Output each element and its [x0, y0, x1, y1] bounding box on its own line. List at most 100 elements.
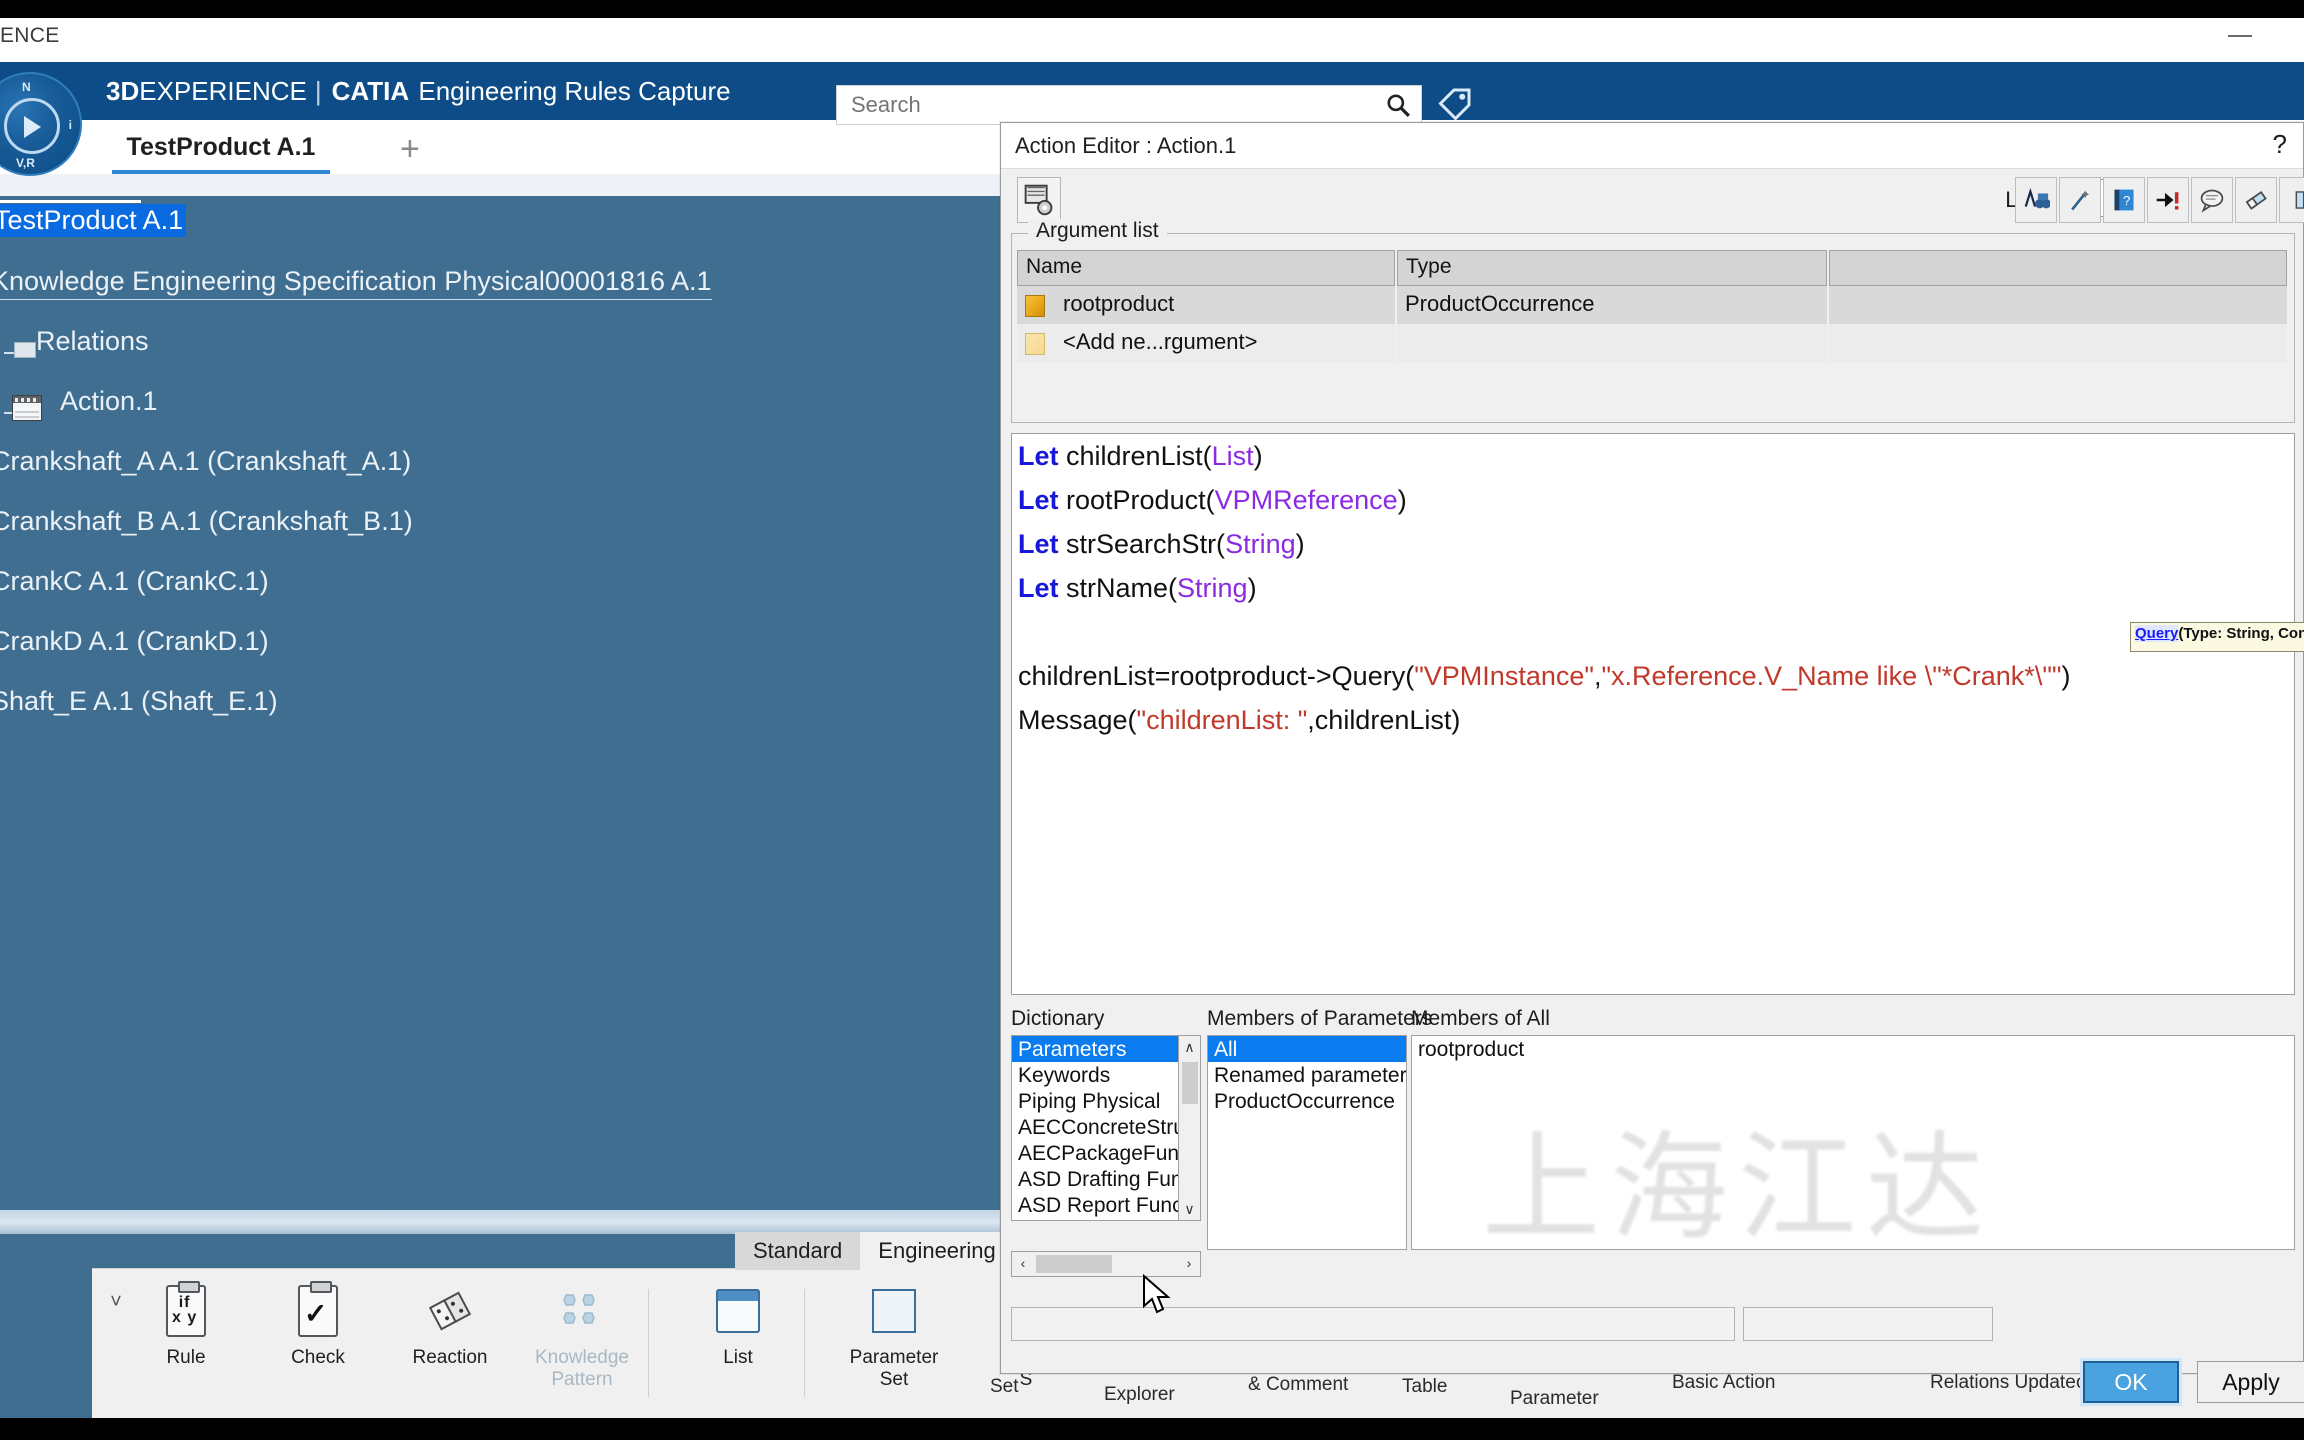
scroll-down-icon[interactable]: ∨	[1179, 1198, 1200, 1220]
tab-testproduct[interactable]: TestProduct A.1	[112, 120, 330, 174]
list-item[interactable]: ASD Utility Functions	[1012, 1218, 1178, 1220]
scrollbar-thumb[interactable]	[1036, 1255, 1112, 1273]
tree-item-crankd[interactable]: CrankD A.1 (CrankD.1)	[0, 620, 1000, 680]
tree-item-knowledge-spec[interactable]: Knowledge Engineering Specification Phys…	[0, 260, 1000, 320]
relations-icon	[14, 342, 36, 358]
scrollbar-thumb[interactable]	[1182, 1062, 1198, 1104]
code-type: VPMReference	[1214, 485, 1398, 515]
list-item[interactable]: rootproduct	[1412, 1036, 2294, 1062]
list-item[interactable]: Parameters	[1012, 1036, 1178, 1062]
ribbon-tab-standard[interactable]: Standard	[735, 1232, 861, 1270]
list-item[interactable]: AECPackageFunctions	[1012, 1140, 1178, 1166]
code-line: childrenList=rootproduct->Query("VPMInst…	[1012, 654, 2294, 698]
help-icon[interactable]: ?	[2273, 129, 2287, 160]
argument-type-cell[interactable]: ProductOccurrence	[1397, 286, 1827, 324]
ribbon-bottom-label: Set	[990, 1376, 1019, 1397]
tree-item-relations[interactable]: Relations	[0, 320, 1000, 380]
list-item[interactable]: ASD Report Functions	[1012, 1192, 1178, 1218]
ribbon-button-label2: Set	[879, 1369, 909, 1390]
tree-item-crankc[interactable]: CrankC A.1 (CrankC.1)	[0, 560, 1000, 620]
settings-gear-icon[interactable]	[1017, 177, 1061, 223]
search-box[interactable]	[836, 85, 1422, 125]
members-of-all-listbox[interactable]: rootproduct 上海江达	[1411, 1035, 2295, 1250]
list-item[interactable]: AECConcreteStructuresFu	[1012, 1114, 1178, 1140]
tag-icon[interactable]	[1436, 86, 1472, 124]
code-line: Let strName(String)	[1012, 566, 2294, 610]
tree-item-crankshaft-a[interactable]: Crankshaft_A A.1 (Crankshaft_A.1)	[0, 440, 1000, 500]
more-icon[interactable]	[2279, 177, 2304, 223]
ribbon-button-parameter-set[interactable]: Parameter Set	[828, 1283, 960, 1391]
code-editor[interactable]: Let childrenList(List) Let rootProduct(V…	[1011, 433, 2304, 995]
find-icon[interactable]	[2015, 177, 2057, 223]
tree-item-label: Crankshaft_B A.1 (Crankshaft_B.1)	[0, 506, 413, 536]
goto-error-icon[interactable]	[2147, 177, 2189, 223]
check-icon: ✓	[290, 1281, 346, 1339]
frame-top-bar	[0, 0, 2304, 18]
ribbon-button-reaction[interactable]: Reaction	[384, 1283, 516, 1369]
code-keyword: Let	[1018, 441, 1067, 471]
brand-app-name: Engineering Rules Capture	[418, 76, 731, 106]
ribbon-button-list[interactable]: List	[672, 1283, 804, 1369]
watermark-text: 上海江达	[1482, 1119, 1995, 1250]
tree-item-label: Relations	[36, 326, 149, 356]
minimize-button[interactable]	[2228, 35, 2252, 37]
apply-button[interactable]: Apply	[2197, 1361, 2304, 1403]
tree-item-label: Knowledge Engineering Specification Phys…	[0, 266, 712, 300]
ribbon-button-label: Check	[291, 1347, 345, 1368]
list-item[interactable]: Renamed parameters	[1208, 1062, 1406, 1088]
column-header-name[interactable]: Name	[1017, 250, 1395, 286]
list-item[interactable]: ASD Drafting Functions	[1012, 1166, 1178, 1192]
tab-add-button[interactable]: +	[400, 130, 420, 169]
ribbon-button-check[interactable]: ✓ Check	[252, 1281, 384, 1369]
search-icon[interactable]	[1385, 92, 1411, 118]
bottom-field-primary[interactable]	[1011, 1307, 1735, 1341]
ribbon-button-label: Knowledge	[534, 1347, 630, 1368]
code-text: rootProduct(	[1066, 485, 1215, 515]
list-item[interactable]: Piping Physical	[1012, 1088, 1178, 1114]
table-row[interactable]: rootproduct ProductOccurrence	[1017, 286, 2289, 324]
rule-icon: if x y	[158, 1281, 214, 1339]
frame-bottom-bar	[0, 1418, 2304, 1440]
scroll-right-icon[interactable]: ›	[1178, 1252, 1200, 1276]
dialog-title-bar: Action Editor : Action.1 ?	[1001, 123, 2303, 169]
scroll-up-icon[interactable]: ∧	[1179, 1036, 1200, 1058]
magic-wand-icon[interactable]	[2059, 177, 2101, 223]
tree-item-label: TestProduct A.1	[0, 204, 187, 237]
compass-label-i: i	[68, 118, 72, 132]
add-argument-cell[interactable]: <Add ne...rgument>	[1017, 324, 1395, 362]
column-header-extra[interactable]	[1829, 250, 2287, 286]
dictionary-vertical-scrollbar[interactable]: ∧ ∨	[1179, 1035, 1201, 1221]
argument-type-cell[interactable]	[1397, 324, 1827, 362]
brand-catia: CATIA	[331, 76, 410, 106]
table-row[interactable]: <Add ne...rgument>	[1017, 324, 2289, 362]
search-input[interactable]	[851, 86, 1371, 124]
list-item[interactable]: ProductOccurrence	[1208, 1088, 1406, 1114]
bottom-field-secondary[interactable]	[1743, 1307, 1993, 1341]
ribbon-button-label2: Pattern	[551, 1369, 613, 1390]
dictionary-listbox[interactable]: Parameters Keywords Piping Physical AECC…	[1011, 1035, 1179, 1221]
eraser-icon[interactable]	[2235, 177, 2277, 223]
help-book-icon[interactable]: ?	[2103, 177, 2145, 223]
ribbon-button-rule[interactable]: if x y Rule	[120, 1281, 252, 1369]
tree-item-action1[interactable]: Action.1	[0, 380, 1000, 440]
code-keyword: Let	[1018, 573, 1067, 603]
members-of-parameters-listbox[interactable]: All Renamed parameters ProductOccurrence	[1207, 1035, 1407, 1250]
compass-play-icon	[24, 116, 41, 138]
list-item[interactable]: Keywords	[1012, 1062, 1178, 1088]
argument-extra-cell	[1829, 324, 2287, 362]
ribbon-button-label: Parameter	[849, 1347, 939, 1368]
column-header-type[interactable]: Type	[1397, 250, 1827, 286]
tree-item-crankshaft-b[interactable]: Crankshaft_B A.1 (Crankshaft_B.1)	[0, 500, 1000, 560]
comment-icon[interactable]	[2191, 177, 2233, 223]
tree-item-shaft-e[interactable]: Shaft_E A.1 (Shaft_E.1)	[0, 680, 1000, 740]
ribbon-bottom-label: Relations Update	[1930, 1372, 2076, 1393]
scroll-left-icon[interactable]: ‹	[1012, 1252, 1034, 1276]
ribbon-button-knowledge-pattern[interactable]: Knowledge Pattern	[516, 1283, 648, 1391]
ok-button[interactable]: OK	[2083, 1361, 2179, 1403]
code-line: Let strSearchStr(String)	[1012, 522, 2294, 566]
compass-label-n: N	[22, 80, 31, 94]
list-item[interactable]: All	[1208, 1036, 1406, 1062]
argument-name-cell[interactable]: rootproduct	[1017, 286, 1395, 324]
brand-title: 3DEXPERIENCE | CATIA Engineering Rules Cap…	[106, 76, 731, 107]
tree-item-root[interactable]: TestProduct A.1	[0, 200, 1000, 260]
